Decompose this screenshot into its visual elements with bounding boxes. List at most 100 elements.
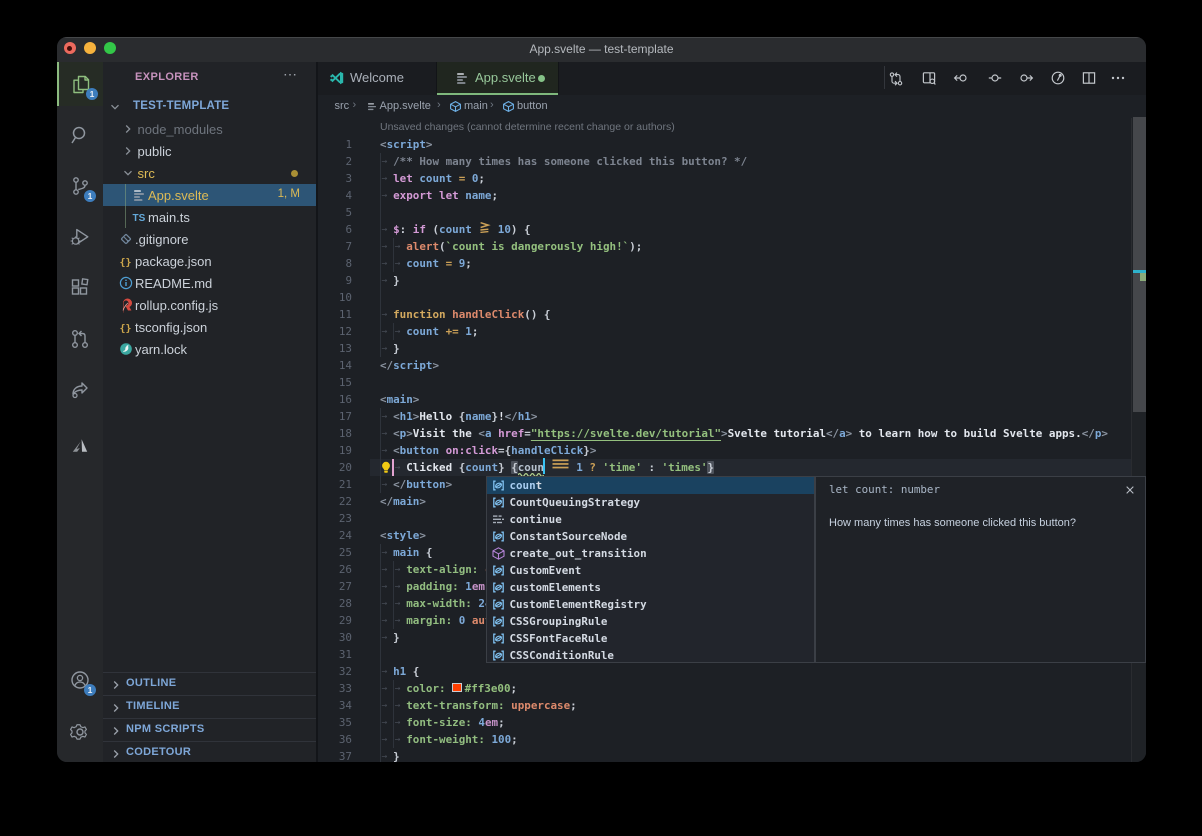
more-actions-icon[interactable] [1110,70,1126,86]
code-line-content: font-size: 4em; [406,714,504,731]
current-position-icon[interactable] [987,70,1003,86]
suggest-item-label: count [510,477,543,494]
project-root-row[interactable]: TEST-TEMPLATE [103,96,316,118]
open-preview-icon[interactable] [921,70,937,86]
code-line-content: font-weight: 100; [406,731,517,748]
line-number: 9 [318,272,352,289]
code-token: ; [465,257,472,270]
line-number: 6 [318,221,352,238]
suggest-item-continue[interactable]: continue [487,511,814,528]
activity-bar-item-run-debug[interactable] [57,215,103,259]
whitespace-tab-arrow: → [382,442,388,459]
code-area[interactable]: Unsaved changes (cannot determine recent… [318,118,1146,762]
code-token: Hello [419,410,458,423]
whitespace-tab-arrow: → [395,612,401,629]
tree-item--gitignore[interactable]: .gitignore [103,228,316,250]
tab-bar: WelcomeApp.svelte [318,62,1146,95]
pull-request-icon [68,327,92,351]
navigate-back-icon[interactable] [953,70,969,86]
code-token: } [498,461,511,474]
sidebar-section-npm-scripts[interactable]: NPM SCRIPTS [103,718,316,741]
tree-item-src[interactable]: src [103,162,316,184]
tree-item-rollup-config-js[interactable]: rollup.config.js [103,294,316,316]
scrollbar-slider[interactable] [1133,117,1146,412]
tree-item-public[interactable]: public [103,140,316,162]
code-token: "https://svelte.dev/tutorial" [531,427,721,440]
code-line-4: 4→export let name; [318,187,1146,204]
code-line-17: 17→<h1>Hello {name}!</h1> [318,408,1146,425]
breadcrumb-item[interactable]: src [335,100,350,112]
suggest-item-customevent[interactable]: CustomEvent [487,562,814,579]
code-line-3: 3→let count = 0; [318,170,1146,187]
line-number: 31 [318,646,352,663]
activity-badge: 1 [86,88,98,100]
code-line-36: 36→→font-weight: 100; [318,731,1146,748]
tree-item-package-json[interactable]: {}package.json [103,250,316,272]
tree-item-main-ts[interactable]: TSmain.ts [103,206,316,228]
code-line-content: </script> [380,357,439,374]
timeline-icon[interactable] [1050,70,1066,86]
breadcrumb-item[interactable]: App.svelte [380,100,431,112]
breadcrumb-item[interactable]: main [464,100,488,112]
code-line-content: color: #ff3e00; [406,680,517,697]
activity-bar-item-source-control[interactable]: 1 [57,164,103,208]
whitespace-tab-arrow: → [395,731,401,748]
navigate-forward-icon[interactable] [1018,70,1034,86]
line-number: 28 [318,595,352,612]
color-swatch[interactable] [452,683,462,693]
suggest-item-constantsourcenode[interactable]: ConstantSourceNode [487,528,814,545]
suggest-item-count[interactable]: count [487,477,814,494]
tree-item-node-modules[interactable]: node_modules [103,118,316,140]
code-token: main [387,393,413,406]
code-token: `count is dangerously high!` [446,240,630,253]
tab-app-svelte[interactable]: App.svelte [437,62,558,93]
activity-bar-item-live-share[interactable] [57,368,103,412]
activity-bar-item-accounts[interactable]: 1 [57,658,103,702]
sidebar-more-actions-icon[interactable]: ⋯ [283,66,298,83]
activity-bar-item-explorer[interactable]: 1 [57,62,105,106]
sidebar-section-timeline[interactable]: TIMELINE [103,695,316,718]
whitespace-tab-arrow: → [382,255,388,272]
tree-item-yarn-lock[interactable]: yarn.lock [103,338,316,360]
code-token: export [393,189,432,202]
tree-item-tsconfig-json[interactable]: {}tsconfig.json [103,316,316,338]
suggest-item-create_out_transition[interactable]: create_out_transition [487,545,814,562]
code-line-5: 5 [318,204,1146,221]
typescript-icon: TS [131,209,147,225]
info-icon [118,275,134,291]
svg-text:TS: TS [133,213,146,224]
suggest-item-cssconditionrule[interactable]: CSSConditionRule [487,647,814,664]
lightbulb-icon[interactable] [381,461,392,474]
code-token: color: [406,682,445,695]
code-token: > [419,495,426,508]
code-token: > [432,359,439,372]
split-editor-icon[interactable] [1081,70,1097,86]
tree-item-readme-md[interactable]: README.md [103,272,316,294]
whitespace-tab-arrow: → [382,680,388,697]
activity-bar-item-settings[interactable] [57,710,103,754]
suggest-item-cssgroupingrule[interactable]: CSSGroupingRule [487,613,814,630]
git-status-badge: 1, M [278,188,300,200]
code-token: ; [478,172,485,185]
suggest-item-cssfontfacerule[interactable]: CSSFontFaceRule [487,630,814,647]
tab-welcome[interactable]: Welcome [318,62,436,93]
chevron-right-icon [122,145,134,157]
code-line-content: alert(`count is dangerously high!`); [406,238,642,255]
suggest-item-customelementregistry[interactable]: CustomElementRegistry [487,596,814,613]
sidebar-section-outline[interactable]: OUTLINE [103,672,316,695]
breadcrumb-item[interactable]: button [517,100,548,112]
activity-bar-item-azure[interactable] [57,424,103,468]
compare-changes-icon[interactable] [888,70,904,86]
sidebar-section-codetour[interactable]: CODETOUR [103,741,316,762]
tree-item-app-svelte[interactable]: App.svelte1, M [103,184,316,206]
activity-bar-item-search[interactable] [57,113,103,157]
activity-bar-item-github-pr[interactable] [57,317,103,361]
suggest-item-customelements[interactable]: customElements [487,579,814,596]
sidebar-header: EXPLORER ⋯ [103,62,316,96]
code-token: function [393,308,445,321]
suggest-item-countqueuingstrategy[interactable]: CountQueuingStrategy [487,494,814,511]
suggest-item-label: CustomElementRegistry [510,596,647,613]
activity-bar-item-extensions[interactable] [57,266,103,310]
whitespace-tab-arrow: → [382,714,388,731]
close-icon[interactable] [1125,482,1137,494]
